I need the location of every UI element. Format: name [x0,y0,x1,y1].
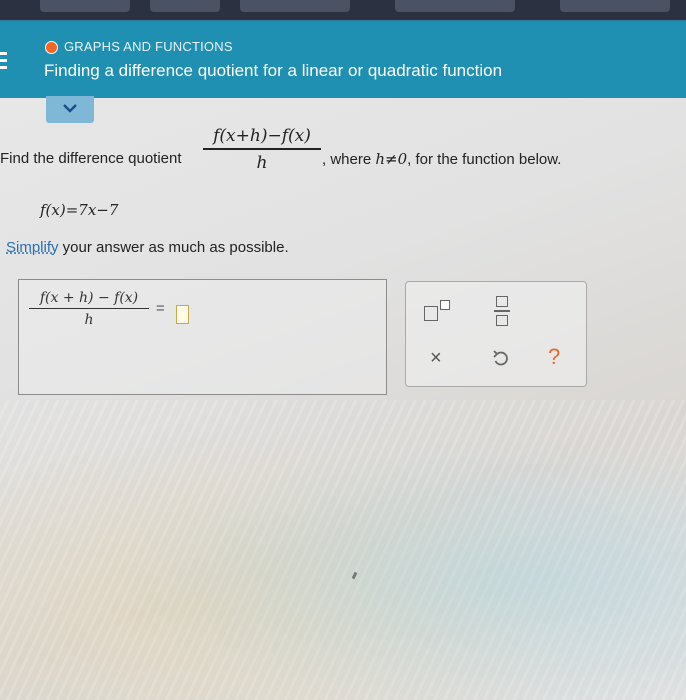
question-suffix: , for the function below. [407,151,562,168]
chevron-down-icon [63,104,77,113]
fraction-bar [29,308,149,309]
browser-tab[interactable] [560,0,670,12]
quotient-numerator: f(x+h)−f(x) [213,126,311,146]
function-definition: f(x)=7x−7 [40,201,119,219]
difference-quotient-fraction: f(x+h)−f(x) h [203,126,321,173]
clear-icon[interactable]: × [430,348,450,368]
answer-input[interactable] [176,305,189,324]
where-text: , where [322,151,372,168]
lesson-header: GRAPHS AND FUNCTIONS Finding a differenc… [0,20,686,98]
screen-speck [351,571,358,580]
browser-tab[interactable] [240,0,350,12]
answer-area: f(x + h) − f(x) h = [18,279,387,395]
superscript-icon[interactable] [424,298,454,322]
browser-tab-strip [0,0,686,20]
answer-fraction: f(x + h) − f(x) h [29,290,149,328]
fraction-icon[interactable] [494,296,510,328]
simplify-link[interactable]: Simplify [6,239,59,256]
math-toolbox: × ? [405,281,587,387]
browser-tab[interactable] [150,0,220,12]
browser-tab[interactable] [395,0,515,12]
help-icon[interactable]: ? [548,345,568,369]
fraction-bar [203,148,321,150]
menu-icon[interactable] [0,52,8,74]
collapse-header-button[interactable] [46,96,94,123]
equals-sign: = [156,300,165,317]
browser-tab[interactable] [40,0,130,12]
lesson-title: Finding a difference quotient for a line… [44,61,503,80]
condition: h≠0 [375,150,408,168]
instruction-text: your answer as much as possible. [58,239,289,256]
question-prefix: Find the difference quotient [0,150,182,167]
answer-denominator: h [84,312,94,328]
quotient-denominator: h [256,152,268,173]
answer-numerator: f(x + h) − f(x) [39,290,139,306]
topic-status-dot [45,41,58,54]
question-condition-line: , where h≠0, for the function below. [322,150,561,168]
instruction: Simplify your answer as much as possible… [6,239,289,256]
topic-label: GRAPHS AND FUNCTIONS [64,39,233,54]
background-glare [0,400,686,700]
undo-icon[interactable] [491,349,511,369]
